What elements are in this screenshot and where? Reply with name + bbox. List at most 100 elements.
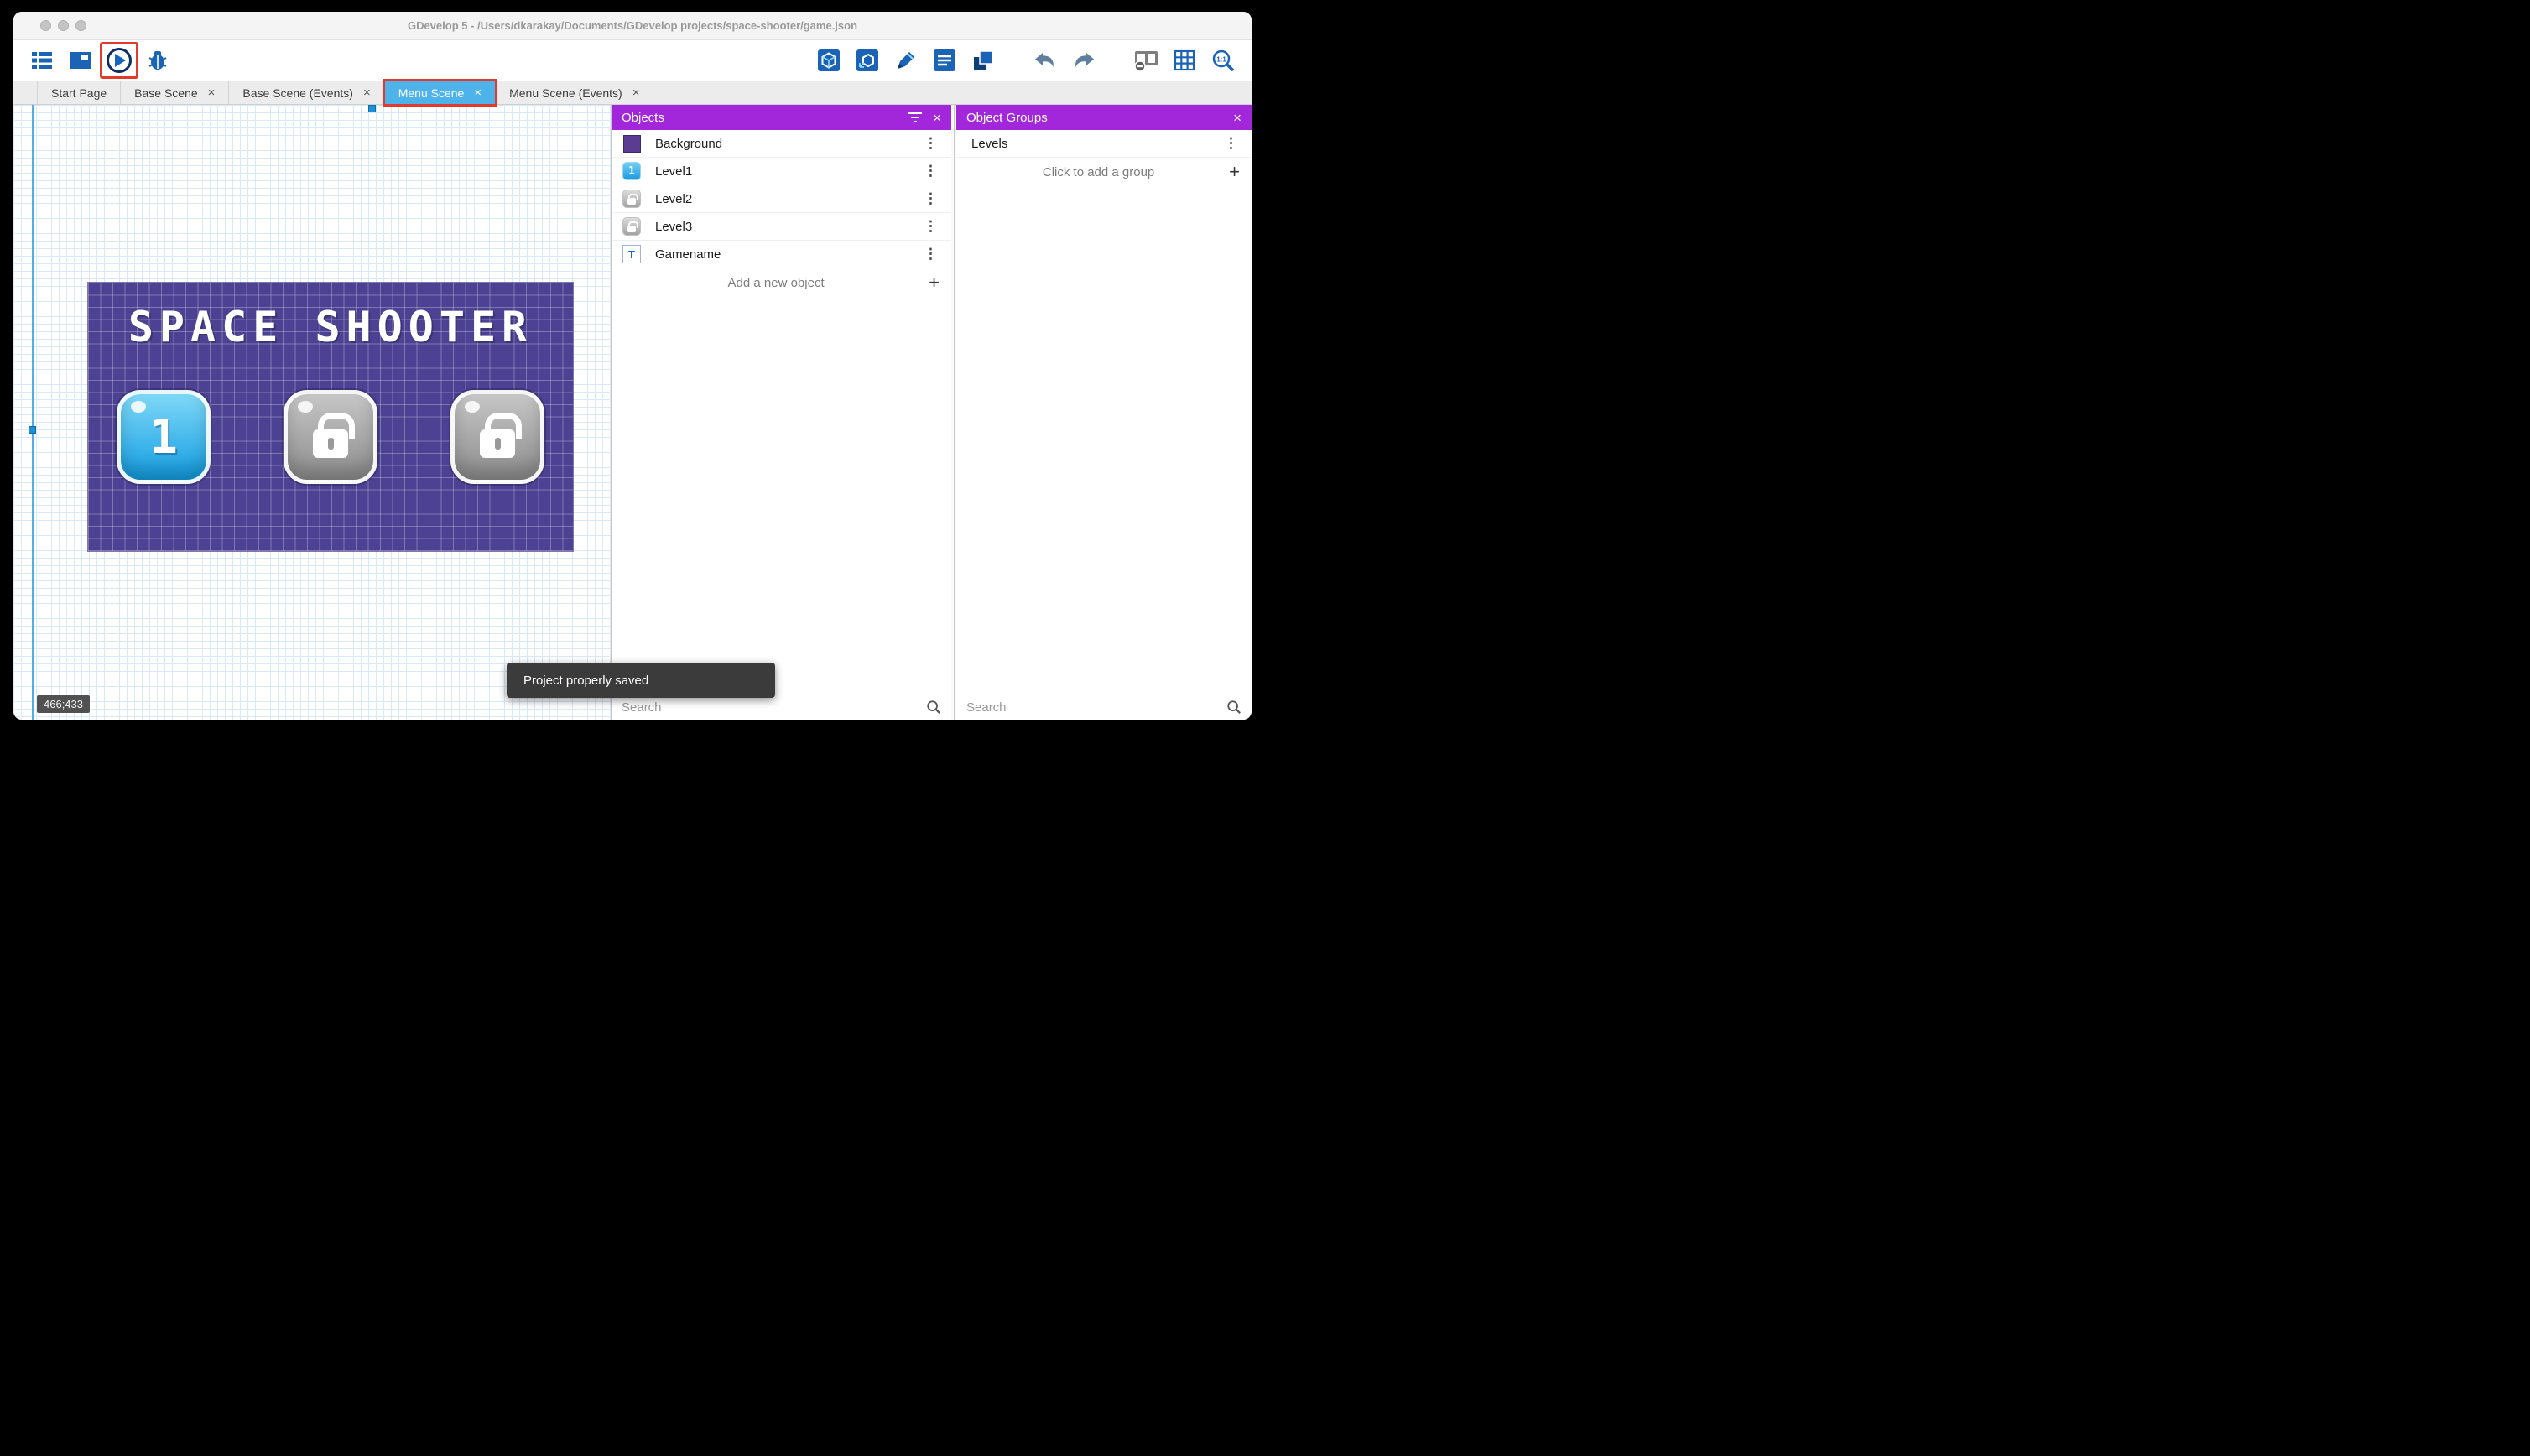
search-icon [1227,700,1241,714]
groups-search-bar [956,694,1252,720]
text-object-icon: T [622,244,642,264]
object-label: Level3 [655,219,693,234]
tab-base-scene-events[interactable]: Base Scene (Events) × [229,81,385,104]
mask-toggle-icon[interactable] [1132,47,1159,74]
close-tab-icon[interactable]: × [632,86,640,99]
close-object-groups-panel-icon[interactable]: × [1233,111,1242,125]
grid-toggle-icon[interactable] [1171,47,1198,74]
tab-menu-scene-events[interactable]: Menu Scene (Events) × [496,81,654,104]
object-row-level3[interactable]: Level3 ⋮ [612,213,951,241]
toolbar-left-group [29,42,171,79]
close-window-button[interactable] [40,20,51,31]
redo-arrow-icon [1075,53,1094,67]
object-menu-icon[interactable]: ⋮ [919,163,943,179]
editor-content: SPACE SHOOTER 1 466;433 Objects × Backgr… [13,105,1252,720]
filter-icon[interactable] [906,112,924,123]
object-row-gamename[interactable]: T Gamename ⋮ [612,241,951,268]
titlebar: GDevelop 5 - /Users/dkarakay/Documents/G… [13,12,1252,40]
main-toolbar: 1:1 [13,40,1252,81]
object-row-level1[interactable]: 1 Level1 ⋮ [612,158,951,185]
scene-border-handle-left[interactable] [29,426,36,434]
object-row-background[interactable]: Background ⋮ [612,130,951,158]
groups-search-input[interactable] [966,699,1226,715]
lock-icon [480,413,522,458]
level-buttons-row: 1 [88,390,573,484]
objects-panel-title: Objects [622,110,664,125]
level2-locked-object-icon [622,189,642,209]
cube-arrows-icon [856,49,878,71]
object-label: Level1 [655,164,693,179]
minimize-window-button[interactable] [58,20,69,31]
objects-panel: Objects × Background ⋮ 1 Level1 ⋮ Level2… [611,105,951,720]
level1-number: 1 [149,409,178,465]
object-menu-icon[interactable]: ⋮ [919,135,943,152]
background-object-icon [622,133,642,153]
toolbar-right-group: 1:1 [815,47,1236,74]
scene-border-handle-top[interactable] [368,105,376,112]
layers-panel-icon[interactable] [970,47,997,74]
instances-panel-icon[interactable] [854,47,881,74]
scenes-list-icon[interactable] [67,47,94,74]
undo-icon[interactable] [1032,47,1059,74]
play-icon [107,48,132,73]
undo-arrow-icon [1035,53,1054,67]
tab-label: Menu Scene [398,86,465,100]
toast-message: Project properly saved [523,673,649,688]
level2-button-locked-instance[interactable] [284,390,377,484]
preview-play-button[interactable] [100,42,138,79]
window-title: GDevelop 5 - /Users/dkarakay/Documents/G… [407,19,858,32]
magnifier-icon: 1:1 [1212,49,1235,72]
level3-button-locked-instance[interactable] [450,390,544,484]
group-label: Levels [971,136,1008,151]
layers-icon [974,50,993,70]
debug-icon[interactable] [144,47,171,74]
objects-panel-icon[interactable] [815,47,842,74]
group-menu-icon[interactable]: ⋮ [1219,135,1243,152]
plus-icon: + [929,272,940,293]
zoom-icon[interactable]: 1:1 [1210,47,1236,74]
tab-menu-scene[interactable]: Menu Scene × [382,79,498,107]
add-group-button[interactable]: Click to add a group + [956,158,1252,186]
tab-label: Start Page [51,86,107,100]
tab-base-scene[interactable]: Base Scene × [121,81,230,104]
scene-editor-canvas[interactable]: SPACE SHOOTER 1 466;433 [13,105,611,720]
properties-edit-icon[interactable] [893,47,919,74]
group-row-levels[interactable]: Levels ⋮ [956,130,1252,158]
tab-bar: Start Page Base Scene × Base Scene (Even… [13,79,1252,107]
tab-start-page[interactable]: Start Page [37,81,122,104]
gdevelop-window: GDevelop 5 - /Users/dkarakay/Documents/G… [13,12,1252,720]
object-menu-icon[interactable]: ⋮ [919,246,943,263]
object-groups-panel: Object Groups × Levels ⋮ Click to add a … [956,105,1252,720]
menu-scene-background-instance[interactable]: SPACE SHOOTER 1 [88,283,573,551]
level1-button-instance[interactable]: 1 [117,390,211,484]
scene-window-icon [70,52,91,69]
close-objects-panel-icon[interactable]: × [933,111,941,125]
close-tab-icon[interactable]: × [363,86,371,99]
object-label: Level2 [655,191,693,206]
close-tab-icon[interactable]: × [208,86,216,99]
film-minus-icon [1134,51,1158,72]
add-new-object-button[interactable]: Add a new object + [612,268,951,297]
object-menu-icon[interactable]: ⋮ [919,190,943,207]
tab-label: Menu Scene (Events) [509,86,622,100]
game-title-text-instance[interactable]: SPACE SHOOTER [88,303,573,351]
project-manager-icon[interactable] [29,47,55,74]
level1-object-icon: 1 [622,161,642,181]
tab-label: Base Scene (Events) [242,86,353,100]
add-object-label: Add a new object [727,275,825,290]
object-groups-panel-title: Object Groups [966,110,1048,125]
object-row-level2[interactable]: Level2 ⋮ [612,185,951,213]
text-lines-icon [934,49,955,71]
redo-icon[interactable] [1070,47,1097,74]
close-tab-icon[interactable]: × [474,86,482,99]
maximize-window-button[interactable] [75,20,86,31]
instances-list-icon[interactable] [931,47,958,74]
list-icon [32,52,52,69]
object-label: Background [655,136,723,151]
object-menu-icon[interactable]: ⋮ [919,218,943,235]
cube-icon [818,49,840,71]
pencil-icon [898,52,914,69]
objects-search-input[interactable] [622,699,926,715]
search-icon [927,700,940,714]
object-label: Gamename [655,247,721,262]
